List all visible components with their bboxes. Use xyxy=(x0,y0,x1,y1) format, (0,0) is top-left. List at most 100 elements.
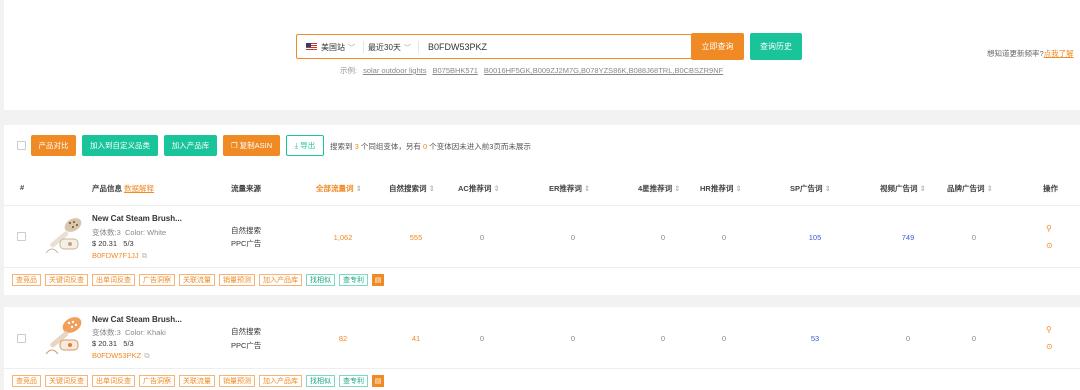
product-asin-link[interactable]: B0FDW7F1JJ ⧉ xyxy=(92,251,147,261)
divider xyxy=(363,41,364,53)
us-flag-icon xyxy=(306,43,317,51)
tag-find-similar[interactable]: 找相似 xyxy=(306,274,335,286)
sort-icon: ⇕ xyxy=(674,184,681,193)
search-input[interactable]: B0FDW53PKZ xyxy=(428,42,487,52)
divider xyxy=(4,368,1080,369)
add-library-button[interactable]: 加入产品库 xyxy=(164,135,217,156)
cell-sp[interactable]: 53 xyxy=(795,334,835,343)
example-link[interactable]: solar outdoor lights xyxy=(363,66,426,75)
external-link-icon: ⧉ xyxy=(144,351,150,360)
external-link-icon: ⧉ xyxy=(141,251,148,260)
cell-organic[interactable]: 41 xyxy=(396,334,436,343)
row-tag-bar: 查竞品 关键词反查 出单词反查 广告洞察 关联流量 销量预测 加入产品库 找相似… xyxy=(12,375,384,387)
product-price: $ 20.31 5/3 xyxy=(92,239,134,248)
col-four-star[interactable]: 4星推荐词 ⇕ xyxy=(638,183,680,194)
sort-icon: ⇕ xyxy=(493,184,500,193)
row-tag-bar: 查竞品 关键词反查 出单词反查 广告洞察 关联流量 销量预测 加入产品库 找相似… xyxy=(12,274,384,286)
select-all-checkbox[interactable] xyxy=(17,141,26,150)
sort-icon: ⇕ xyxy=(919,184,926,193)
query-button[interactable]: 立即查询 xyxy=(691,33,744,60)
chevron-down-icon: ﹀ xyxy=(348,45,355,52)
tag-ad-insight[interactable]: 广告洞察 xyxy=(139,375,175,387)
cell-organic[interactable]: 555 xyxy=(396,233,436,242)
cell-hr: 0 xyxy=(721,233,727,242)
cell-video[interactable]: 749 xyxy=(888,233,928,242)
divider xyxy=(4,267,1080,268)
sort-icon: ⇕ xyxy=(355,184,362,193)
frequency-hint: 想知道更新频率?点我了解 xyxy=(987,49,1074,58)
search-icon[interactable]: ⚲ xyxy=(1046,325,1052,334)
tag-related-traffic[interactable]: 关联流量 xyxy=(179,375,215,387)
product-asin-link[interactable]: B0FDW53PKZ ⧉ xyxy=(92,351,150,361)
col-video[interactable]: 视频广告词 ⇕ xyxy=(880,183,926,194)
product-image[interactable] xyxy=(40,312,86,358)
more-icon[interactable]: ▤ xyxy=(372,274,384,286)
cell-four-star: 0 xyxy=(660,334,666,343)
product-meta: 变体数:3 Color: Khaki xyxy=(92,328,166,337)
sort-icon: ⇕ xyxy=(986,184,993,193)
data-explain-link[interactable]: 数据解释 xyxy=(124,184,154,193)
divider xyxy=(418,41,419,53)
search-box[interactable]: 美国站 ﹀ 最近30天 ﹀ B0FDW53PKZ xyxy=(296,34,692,59)
more-icon[interactable]: ▤ xyxy=(372,375,384,387)
tag-sales-forecast[interactable]: 销量预测 xyxy=(219,375,255,387)
divider xyxy=(4,205,1080,206)
cell-er: 0 xyxy=(570,334,576,343)
tag-sales-forecast[interactable]: 销量预测 xyxy=(219,274,255,286)
chevron-down-icon: ﹀ xyxy=(403,45,411,52)
marketplace-select[interactable]: 美国站 ﹀ xyxy=(321,42,355,53)
history-button[interactable]: 查询历史 xyxy=(750,33,802,60)
tag-add-library[interactable]: 加入产品库 xyxy=(259,274,302,286)
export-button[interactable]: ⤓ 导出 xyxy=(286,135,324,156)
tag-competitors[interactable]: 查竞品 xyxy=(12,375,41,387)
location-icon[interactable]: ⊙ xyxy=(1046,342,1053,351)
cell-all-keywords[interactable]: 1,062 xyxy=(323,233,363,242)
compare-button[interactable]: 产品对比 xyxy=(31,135,76,156)
col-organic[interactable]: 自然搜索词 ⇕ xyxy=(389,183,435,194)
source-organic: 自然搜索 xyxy=(231,327,261,336)
copy-asin-button[interactable]: ❐ 复制ASIN xyxy=(223,135,280,156)
col-all-keywords[interactable]: 全部流量词 ⇕ xyxy=(316,183,362,194)
tag-patent[interactable]: 查专利 xyxy=(339,375,368,387)
location-icon[interactable]: ⊙ xyxy=(1046,241,1053,250)
tag-related-traffic[interactable]: 关联流量 xyxy=(179,274,215,286)
col-action: 操作 xyxy=(1043,184,1058,193)
col-sp[interactable]: SP广告词 ⇕ xyxy=(790,183,831,194)
cell-brand: 0 xyxy=(971,334,977,343)
product-title[interactable]: New Cat Steam Brush... xyxy=(92,214,182,223)
cell-er: 0 xyxy=(570,233,576,242)
tag-patent[interactable]: 查专利 xyxy=(339,274,368,286)
cell-four-star: 0 xyxy=(660,233,666,242)
cell-sp[interactable]: 105 xyxy=(795,233,835,242)
example-link[interactable]: B075BHK571 xyxy=(432,66,477,75)
tag-keyword-reverse[interactable]: 关键词反查 xyxy=(45,375,88,387)
product-title[interactable]: New Cat Steam Brush... xyxy=(92,315,182,324)
tag-competitors[interactable]: 查竞品 xyxy=(12,274,41,286)
row-checkbox[interactable] xyxy=(17,232,26,241)
sort-icon: ⇕ xyxy=(824,184,831,193)
cell-hr: 0 xyxy=(721,334,727,343)
tag-ad-insight[interactable]: 广告洞察 xyxy=(139,274,175,286)
period-select[interactable]: 最近30天 ﹀ xyxy=(368,42,411,53)
source-ppc: PPC广告 xyxy=(231,239,262,248)
col-er[interactable]: ER推荐词 ⇕ xyxy=(549,183,590,194)
row-checkbox[interactable] xyxy=(17,334,26,343)
col-brand[interactable]: 品牌广告词 ⇕ xyxy=(947,183,993,194)
tag-add-library[interactable]: 加入产品库 xyxy=(259,375,302,387)
tag-find-similar[interactable]: 找相似 xyxy=(306,375,335,387)
example-link[interactable]: B0016HF5GK,B009ZJ2M7G,B078YZS86K,B088J68… xyxy=(484,66,723,75)
examples-line: 示例: solar outdoor lights B075BHK571 B0016HF… xyxy=(340,66,724,75)
tag-order-keyword[interactable]: 出单词反查 xyxy=(92,274,135,286)
product-image[interactable] xyxy=(40,213,86,259)
col-hr[interactable]: HR推荐词 ⇕ xyxy=(700,183,742,194)
source-organic: 自然搜索 xyxy=(231,226,261,235)
search-icon[interactable]: ⚲ xyxy=(1046,224,1052,233)
col-ac[interactable]: AC推荐词 ⇕ xyxy=(458,183,500,194)
frequency-link[interactable]: 点我了解 xyxy=(1044,49,1074,58)
add-custom-category-button[interactable]: 加入到自定义品类 xyxy=(82,135,158,156)
product-price: $ 20.31 5/3 xyxy=(92,339,134,348)
source-ppc: PPC广告 xyxy=(231,341,262,350)
tag-order-keyword[interactable]: 出单词反查 xyxy=(92,375,135,387)
cell-all-keywords[interactable]: 82 xyxy=(323,334,363,343)
tag-keyword-reverse[interactable]: 关键词反查 xyxy=(45,274,88,286)
